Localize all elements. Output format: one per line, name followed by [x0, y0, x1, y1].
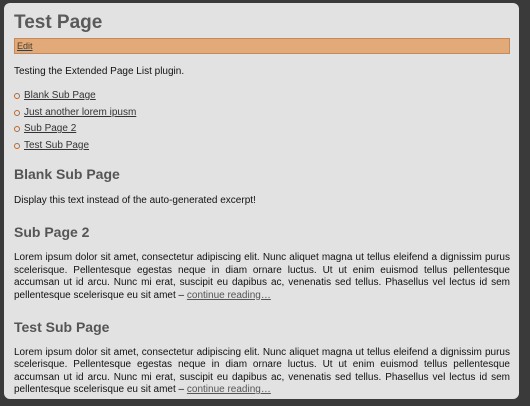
- section-sub-page-2: Sub Page 2 Lorem ipsum dolor sit amet, c…: [14, 223, 510, 302]
- continue-reading-link[interactable]: continue reading…: [187, 290, 271, 301]
- section-title: Test Sub Page: [14, 319, 110, 336]
- section-title: Sub Page 2: [14, 224, 90, 241]
- circle-bullet-icon: [14, 142, 20, 149]
- intro-text: Testing the Extended Page List plugin.: [14, 66, 185, 77]
- page-list-item: Just another lorem ipusm: [14, 105, 510, 122]
- page-link-blank-sub-page[interactable]: Blank Sub Page: [24, 90, 96, 101]
- content-panel: Test Page Edit Testing the Extended Page…: [4, 3, 519, 399]
- circle-bullet-icon: [14, 93, 20, 99]
- page-link-sub-page-2[interactable]: Sub Page 2: [24, 123, 76, 134]
- page-list-item: Test Sub Page: [14, 138, 510, 155]
- edit-link[interactable]: Edit: [17, 41, 33, 51]
- page-link-test-sub-page[interactable]: Test Sub Page: [24, 140, 89, 151]
- section-test-sub-page: Test Sub Page Lorem ipsum dolor sit amet…: [14, 318, 510, 397]
- section-excerpt: Lorem ipsum dolor sit amet, consectetur …: [14, 347, 510, 397]
- continue-reading-link[interactable]: continue reading…: [187, 384, 271, 395]
- excerpt-text: Display this text instead of the auto-ge…: [14, 195, 256, 206]
- section-excerpt: Lorem ipsum dolor sit amet, consectetur …: [14, 252, 510, 302]
- circle-bullet-icon: [14, 109, 20, 116]
- section-excerpt: Display this text instead of the auto-ge…: [14, 195, 510, 207]
- page-link-lorem-ipusm[interactable]: Just another lorem ipusm: [24, 107, 136, 118]
- circle-bullet-icon: [14, 126, 20, 132]
- page-list-item: Blank Sub Page: [14, 88, 510, 105]
- page-list-item: Sub Page 2: [14, 121, 510, 138]
- page-title: Test Page: [14, 12, 103, 33]
- edit-bar: Edit: [14, 38, 510, 54]
- section-title: Blank Sub Page: [14, 166, 120, 182]
- section-blank-sub-page: Blank Sub Page Display this text instead…: [14, 165, 510, 207]
- page-list: Blank Sub Page Just another lorem ipusm …: [14, 88, 510, 154]
